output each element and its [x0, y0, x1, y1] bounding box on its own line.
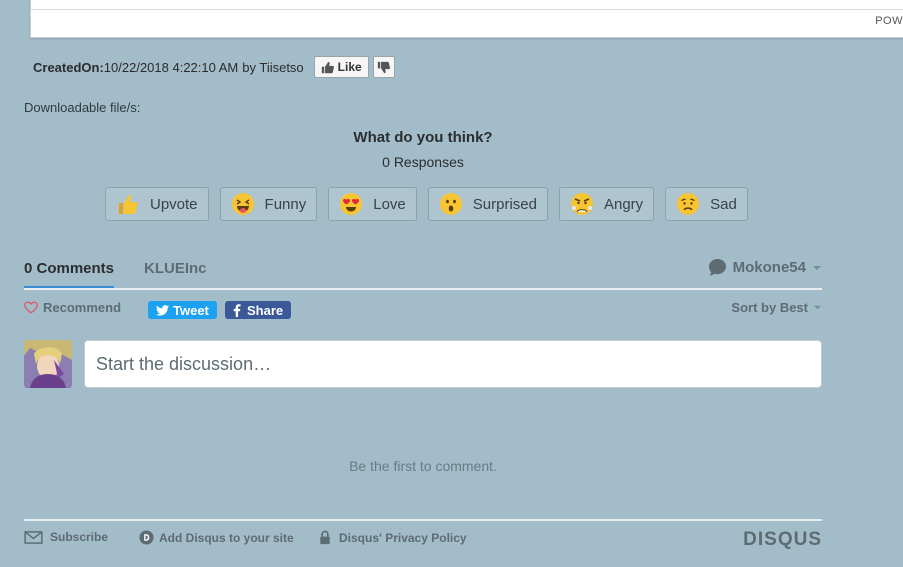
frame-divider — [31, 9, 903, 10]
thumbs-up-emoji-icon — [119, 195, 138, 214]
reaction-buttons: Upvote Funny Love Surprised Angry Sad — [105, 187, 748, 221]
post-meta: CreatedOn: 10/22/2018 4:22:10 AM by Tiis… — [33, 56, 395, 78]
tweet-label: Tweet — [173, 302, 209, 318]
thread-actions: Recommend Tweet Share Sort by Best — [24, 300, 822, 320]
disqus-d-icon — [139, 530, 154, 545]
reaction-upvote[interactable]: Upvote — [105, 187, 209, 221]
envelope-icon — [24, 530, 43, 544]
reaction-angry[interactable]: Angry — [558, 187, 655, 221]
avatar-image — [24, 340, 72, 388]
embedded-frame: POW — [30, 0, 903, 38]
reaction-funny[interactable]: Funny — [219, 187, 318, 221]
sort-dropdown[interactable]: Sort by Best — [731, 300, 822, 315]
angry-emoji-icon — [570, 193, 593, 215]
reactions-question: What do you think? — [353, 129, 493, 146]
twitter-bird-icon — [156, 304, 169, 316]
privacy-label: Disqus' Privacy Policy — [339, 530, 467, 545]
caret-down-icon — [813, 265, 821, 270]
comment-placeholder: Start the discussion… — [96, 353, 272, 374]
reaction-label: Upvote — [150, 195, 198, 213]
empty-state-text: Be the first to comment. — [349, 458, 497, 474]
thumbs-down-icon — [378, 61, 391, 73]
add-disqus-link[interactable]: Add Disqus to your site — [139, 530, 294, 545]
created-date: 10/22/2018 4:22:10 AM — [103, 59, 239, 75]
reaction-label: Love — [373, 195, 406, 213]
comments-nav: 0 Comments KLUEInc Mokone54 — [24, 258, 822, 290]
caret-down-icon — [813, 305, 822, 310]
sad-emoji-icon — [677, 193, 700, 215]
thumbs-up-icon — [321, 61, 334, 73]
author-text: by Tiisetso — [242, 59, 304, 75]
tab-comments[interactable]: 0 Comments — [24, 260, 114, 277]
add-disqus-label: Add Disqus to your site — [159, 530, 294, 545]
share-label: Share — [247, 302, 284, 318]
like-button[interactable]: Like — [313, 56, 369, 78]
active-tab-indicator — [24, 286, 114, 288]
reaction-sad[interactable]: Sad — [665, 187, 748, 221]
reaction-label: Surprised — [472, 195, 537, 213]
reaction-love[interactable]: Love — [328, 187, 417, 221]
lock-icon — [320, 530, 330, 545]
facebook-f-icon — [233, 303, 241, 317]
reaction-label: Funny — [264, 195, 307, 213]
tab-community[interactable]: KLUEInc — [144, 260, 207, 277]
downloadable-files-label: Downloadable file/s: — [24, 100, 141, 115]
disqus-footer: Subscribe Add Disqus to your site Disqus… — [24, 519, 822, 561]
dislike-button[interactable] — [372, 56, 395, 78]
reaction-label: Sad — [710, 195, 737, 213]
username: Mokone54 — [732, 259, 806, 276]
recommend-label: Recommend — [43, 300, 122, 315]
subscribe-link[interactable]: Subscribe — [24, 530, 108, 544]
privacy-policy-link[interactable]: Disqus' Privacy Policy — [319, 530, 467, 545]
heart-icon — [24, 301, 38, 314]
sort-label: Sort by Best — [731, 300, 808, 315]
tweet-button[interactable]: Tweet — [148, 301, 217, 319]
tongue-out-emoji-icon — [231, 193, 254, 215]
subscribe-label: Subscribe — [50, 530, 109, 544]
reaction-label: Angry — [603, 195, 644, 213]
chat-bubble-icon — [708, 258, 726, 277]
responses-count: 0 Responses — [382, 154, 464, 170]
user-menu[interactable]: Mokone54 — [708, 258, 822, 277]
user-avatar[interactable] — [24, 340, 72, 388]
like-label: Like — [337, 60, 362, 74]
created-label: CreatedOn: — [33, 59, 104, 75]
reaction-surprised[interactable]: Surprised — [427, 187, 548, 221]
disqus-logo[interactable]: DISQUS — [743, 529, 822, 551]
powered-by-text: POW — [875, 15, 903, 27]
facebook-share-button[interactable]: Share — [225, 301, 292, 319]
surprised-emoji-icon — [439, 193, 462, 215]
recommend-button[interactable]: Recommend — [24, 300, 121, 315]
comment-input[interactable]: Start the discussion… — [84, 340, 822, 388]
heart-eyes-emoji-icon — [340, 193, 363, 215]
